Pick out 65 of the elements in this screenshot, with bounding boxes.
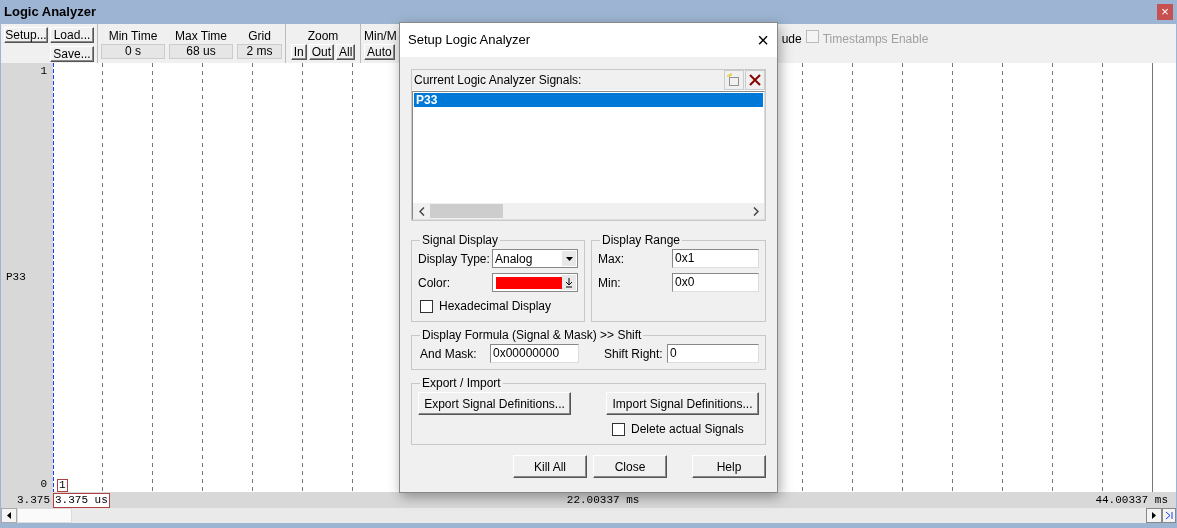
dropdown-arrow-icon[interactable] [562,275,576,290]
horizontal-scrollbar[interactable] [1,508,1176,523]
field-label: Display Type: [418,250,491,268]
delete-icon[interactable] [745,70,765,90]
scroll-left-icon[interactable] [1,508,17,523]
button[interactable]: Kill All [513,455,587,478]
readout-label: Min Time [108,29,158,43]
field-label: Shift Right: [604,345,664,363]
dialog-title: Setup Logic Analyzer [408,31,531,50]
color-picker[interactable] [492,273,578,292]
readout-label: Grid [248,29,271,43]
dropdown[interactable]: Analog [492,249,578,268]
axis-label: 22.00337 ms [566,492,640,508]
field-label: And Mask: [420,345,478,363]
button[interactable]: Export Signal Definitions... [418,392,571,415]
field-label: Max: [598,250,625,268]
cursor-time: 3.375 us [53,493,110,508]
field-label: Min: [598,274,622,292]
readout-value: 2 ms [237,44,282,59]
close-button[interactable]: × [1157,4,1173,20]
readout-value: 0 s [101,44,165,59]
list-item[interactable]: P33 [414,93,763,107]
axis-label: 3.375 [16,492,51,508]
button[interactable]: Auto [364,44,395,60]
input-field[interactable]: 0 [667,344,759,363]
horizontal-scrollbar[interactable] [413,203,764,219]
button[interactable]: Help [692,455,766,478]
button[interactable]: Setup... [4,27,48,43]
scroll-thumb[interactable] [430,204,503,218]
readout-value: 68 us [169,44,233,59]
scroll-thumb[interactable] [17,508,72,523]
button[interactable]: Import Signal Definitions... [606,392,759,415]
checkbox[interactable] [420,299,433,313]
group-label: Zoom [307,29,339,43]
axis-label: 1 [40,64,47,79]
button[interactable]: All [336,44,356,60]
readout-label: Max Time [175,29,227,43]
checkbox-label: Delete actual Signals [631,421,744,438]
field-label: Color: [418,274,451,292]
group-title: Signal Display [421,232,500,249]
button[interactable]: Close [593,455,667,478]
toolbar-label: ude [781,31,802,48]
checkbox[interactable] [612,422,625,436]
list-label: Current Logic Analyzer Signals: [414,72,582,89]
window-title: Logic Analyzer [4,3,96,22]
axis-label: 44.00337 ms [1095,492,1169,508]
input-field[interactable]: 0x00000000 [490,344,579,363]
button[interactable]: Save... [50,46,94,62]
input-field[interactable]: 0x1 [672,249,759,268]
button[interactable]: Load... [50,27,94,43]
input-field[interactable]: 0x0 [672,273,759,292]
button[interactable]: Out [308,44,334,60]
checkbox-label: Hexadecimal Display [439,298,552,315]
button[interactable]: In [290,44,307,60]
checkbox-label: Timestamps Enable [822,31,929,48]
group-title: Display Formula (Signal & Mask) >> Shift [421,327,643,344]
close-button[interactable]: × [757,30,769,50]
signal-name: P33 [5,270,26,286]
group-title: Display Range [601,232,682,249]
group-title: Export / Import [421,375,502,392]
scroll-right-icon[interactable] [1146,508,1162,523]
scroll-end-icon[interactable] [1162,508,1176,523]
cursor-marker: 1 [57,479,68,492]
axis-label: 0 [40,476,47,492]
group-label: Min/M [364,29,397,43]
